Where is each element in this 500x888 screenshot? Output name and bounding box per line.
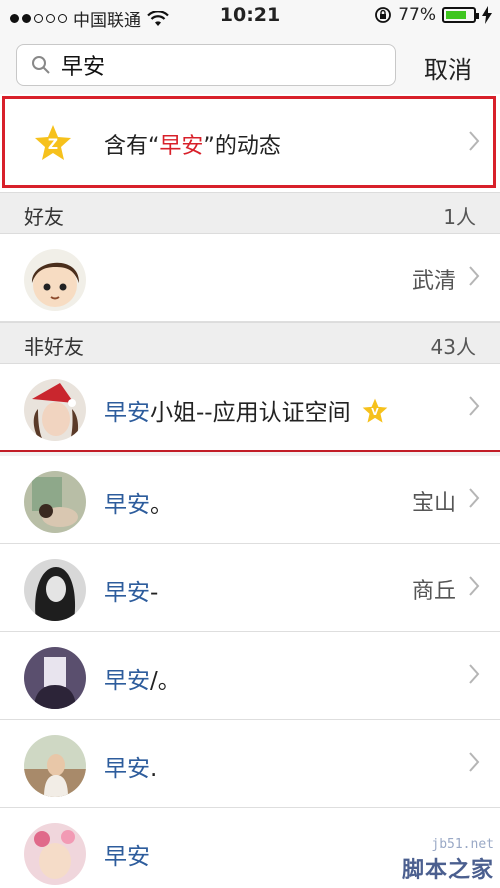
list-item[interactable]: 早安。 宝山 — [0, 456, 500, 544]
search-bar: 取消 — [0, 32, 500, 95]
avatar — [24, 823, 86, 885]
search-field[interactable] — [16, 44, 396, 86]
rotation-lock-icon — [375, 7, 392, 23]
section-header-friends: 好友 1人 — [0, 192, 500, 234]
feed-result-label: 含有“早安”的动态 — [104, 134, 281, 159]
battery-icon — [442, 7, 479, 23]
avatar — [24, 249, 86, 311]
chevron-right-icon — [469, 488, 480, 508]
location-label: 商丘 — [411, 579, 456, 604]
chevron-right-icon — [469, 396, 480, 416]
avatar — [24, 379, 86, 441]
location-label: 宝山 — [411, 491, 456, 516]
watermark: jb51.net 脚本之家 — [401, 837, 494, 883]
status-bar: 中国联通 10:21 77% — [0, 0, 500, 32]
verified-star-icon: V — [362, 398, 388, 423]
search-icon — [32, 56, 50, 74]
chevron-right-icon — [469, 266, 480, 286]
chevron-right-icon — [469, 664, 480, 684]
feed-search-result[interactable]: Z 含有“早安”的动态 — [0, 94, 500, 192]
list-item[interactable]: 早安小姐--应用认证空间 V — [0, 364, 500, 452]
friend-row[interactable]: 武清 — [0, 234, 500, 322]
avatar — [24, 559, 86, 621]
charging-icon — [482, 6, 492, 24]
cancel-button[interactable]: 取消 — [424, 50, 472, 85]
svg-text:Z: Z — [48, 137, 58, 153]
feed-keyword: 早安 — [159, 134, 204, 159]
location-label: 武清 — [411, 269, 456, 294]
list-item[interactable]: 早安- 商丘 — [0, 544, 500, 632]
list-item[interactable]: 早安/。 — [0, 632, 500, 720]
battery-percent: 77% — [398, 5, 436, 25]
chevron-right-icon — [469, 131, 480, 151]
search-input[interactable] — [59, 51, 363, 79]
qzone-star-icon: Z — [35, 125, 71, 160]
avatar — [24, 471, 86, 533]
avatar — [24, 647, 86, 709]
list-item[interactable]: 早安. — [0, 720, 500, 808]
annotation-underline — [0, 450, 500, 452]
avatar — [24, 735, 86, 797]
section-header-non-friends: 非好友 43人 — [0, 322, 500, 364]
chevron-right-icon — [469, 576, 480, 596]
svg-text:V: V — [371, 407, 379, 418]
chevron-right-icon — [469, 752, 480, 772]
